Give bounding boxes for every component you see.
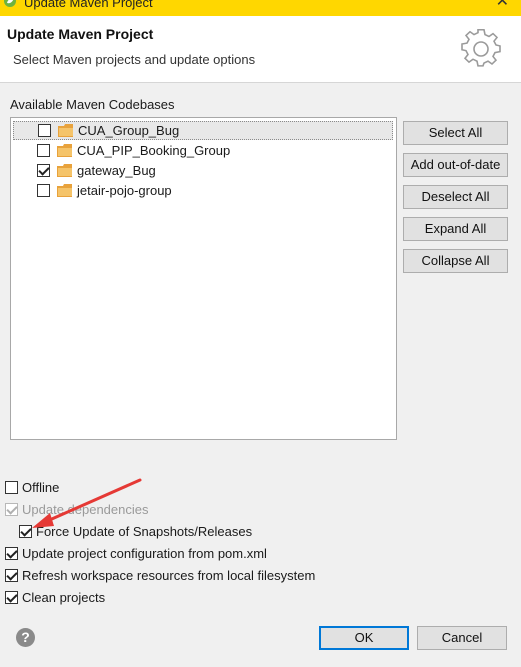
ok-button[interactable]: OK [319,626,409,650]
tree-item[interactable]: gateway_Bug [13,161,393,180]
update-dependencies-label: Update dependencies [22,501,149,517]
codebases-label: Available Maven Codebases [10,97,175,112]
folder-icon [58,124,73,137]
force-update-checkbox[interactable] [19,524,32,538]
offline-checkbox[interactable] [5,480,18,494]
offline-option[interactable]: Offline [5,478,59,496]
force-update-label: Force Update of Snapshots/Releases [36,523,253,539]
cancel-button[interactable]: Cancel [417,626,507,650]
window-title: Update Maven Project [24,0,153,10]
item-label: CUA_Group_Bug [78,123,180,138]
refresh-workspace-label: Refresh workspace resources from local f… [22,567,316,583]
dialog-description: Select Maven projects and update options [13,52,256,67]
offline-label: Offline [22,479,60,495]
dialog-title: Update Maven Project [7,26,154,42]
refresh-workspace-option[interactable]: Refresh workspace resources from local f… [5,566,315,584]
close-icon[interactable]: ✕ [496,0,509,10]
folder-icon [57,164,72,177]
window-title-bar[interactable]: Update Maven Project ✕ [0,0,521,16]
expand-all-button[interactable]: Expand All [403,217,508,241]
item-label: gateway_Bug [77,163,156,178]
item-checkbox[interactable] [37,184,50,197]
clean-projects-option[interactable]: Clean projects [5,588,105,606]
dialog-header: Update Maven Project Select Maven projec… [0,16,521,83]
update-dependencies-checkbox [5,502,18,516]
folder-icon [57,184,72,197]
tree-item[interactable]: CUA_Group_Bug [13,121,393,140]
spring-leaf-icon [4,0,16,7]
item-label: jetair-pojo-group [77,183,172,198]
collapse-all-button[interactable]: Collapse All [403,249,508,273]
update-project-config-checkbox[interactable] [5,546,18,560]
clean-projects-checkbox[interactable] [5,590,18,604]
add-out-of-date-button[interactable]: Add out-of-date [403,153,508,177]
clean-projects-label: Clean projects [22,589,106,605]
item-checkbox[interactable] [37,164,50,177]
tree-item[interactable]: jetair-pojo-group [13,181,393,200]
gear-icon [461,29,501,67]
force-update-option[interactable]: Force Update of Snapshots/Releases [19,522,252,540]
update-dependencies-option: Update dependencies [5,500,149,518]
item-checkbox[interactable] [38,124,51,137]
help-icon[interactable]: ? [16,628,35,647]
codebases-tree[interactable]: CUA_Group_Bug CUA_PIP_Booking_Group gate… [10,117,397,440]
refresh-workspace-checkbox[interactable] [5,568,18,582]
select-all-button[interactable]: Select All [403,121,508,145]
folder-icon [57,144,72,157]
tree-item[interactable]: CUA_PIP_Booking_Group [13,141,393,160]
update-project-config-option[interactable]: Update project configuration from pom.xm… [5,544,267,562]
deselect-all-button[interactable]: Deselect All [403,185,508,209]
update-project-config-label: Update project configuration from pom.xm… [22,545,267,561]
item-checkbox[interactable] [37,144,50,157]
item-label: CUA_PIP_Booking_Group [77,143,231,158]
